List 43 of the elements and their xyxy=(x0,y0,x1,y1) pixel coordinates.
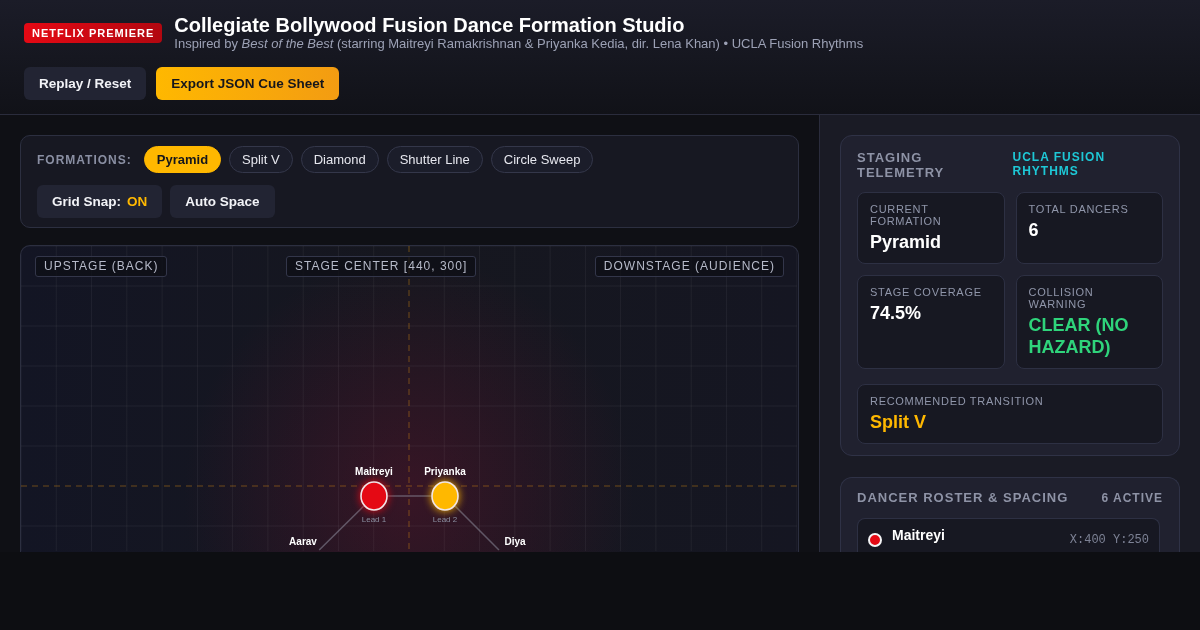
app-subtitle: Inspired by Best of the Best (starring Maitreyi Ramakrishnan & Priyanka Kedia, dir. Lena Khan) • UCLA Fusion Rhythms xyxy=(174,36,864,52)
connector-line xyxy=(454,505,500,551)
export-button[interactable]: Export JSON Cue Sheet xyxy=(156,67,340,100)
dancer-name: Diya xyxy=(504,536,526,547)
stat-label: TOTAL DANCERS xyxy=(1028,203,1130,215)
formation-chip[interactable]: Diamond xyxy=(300,146,379,173)
stat-value: Pyramid xyxy=(870,231,943,253)
stat-label: CURRENT FORMATION xyxy=(870,203,943,227)
replay-reset-button[interactable]: Replay / Reset xyxy=(24,67,147,100)
dancer-name: Aarav xyxy=(289,536,317,547)
panel-title: DANCER ROSTER & SPACING xyxy=(857,490,1069,506)
dancer-marker[interactable] xyxy=(431,481,459,511)
team-name: UCLA FUSION RHYTHMS xyxy=(1012,150,1107,178)
dancer-marker[interactable] xyxy=(360,481,388,511)
stat-label: RECOMMENDED TRANSITION xyxy=(870,395,1045,407)
panel-title: STAGING TELEMETRY xyxy=(857,150,946,180)
auto-space-button[interactable]: Auto Space xyxy=(170,185,275,218)
active-count: 6 ACTIVE xyxy=(1101,491,1163,505)
stat-value: CLEAR (NO HAZARD) xyxy=(1028,314,1130,358)
formation-chip[interactable]: Circle Sweep xyxy=(490,146,594,173)
dancer-position: X:400 Y:250 xyxy=(1069,533,1149,547)
stage-label: DOWNSTAGE (AUDIENCE) xyxy=(594,256,784,277)
formation-chip[interactable]: Pyramid xyxy=(143,146,222,173)
dancer-name: Maitreyi xyxy=(355,466,393,477)
stage-label: STAGE CENTER [440, 300] xyxy=(286,256,477,277)
dancer-role: Lead 1 xyxy=(361,515,387,524)
stage-label: UPSTAGE (BACK) xyxy=(35,256,168,277)
stat-label: COLLISION WARNING xyxy=(1028,286,1095,310)
formation-chip[interactable]: Shutter Line xyxy=(386,146,483,173)
dancer-role: Lead 2 xyxy=(432,515,458,524)
stat-value: 6 xyxy=(1028,219,1040,241)
grid-snap-toggle[interactable]: Grid Snap: ON xyxy=(37,185,163,218)
app-title: Collegiate Bollywood Fusion Dance Formation Studio xyxy=(174,14,686,36)
premiere-badge: NETFLIX PREMIERE xyxy=(24,23,163,43)
stat-value: Split V xyxy=(870,411,927,433)
stat-label: STAGE COVERAGE xyxy=(870,286,983,298)
dancer-name: Maitreyi xyxy=(892,527,945,543)
roster-item[interactable]: Maitreyi X:400 Y:250 xyxy=(857,518,1160,552)
connector-line xyxy=(387,495,432,497)
formation-chip[interactable]: Split V xyxy=(229,146,293,173)
dancer-name: Priyanka xyxy=(424,466,466,477)
formations-label: FORMATIONS: xyxy=(37,152,132,167)
stat-value: 74.5% xyxy=(870,302,923,324)
